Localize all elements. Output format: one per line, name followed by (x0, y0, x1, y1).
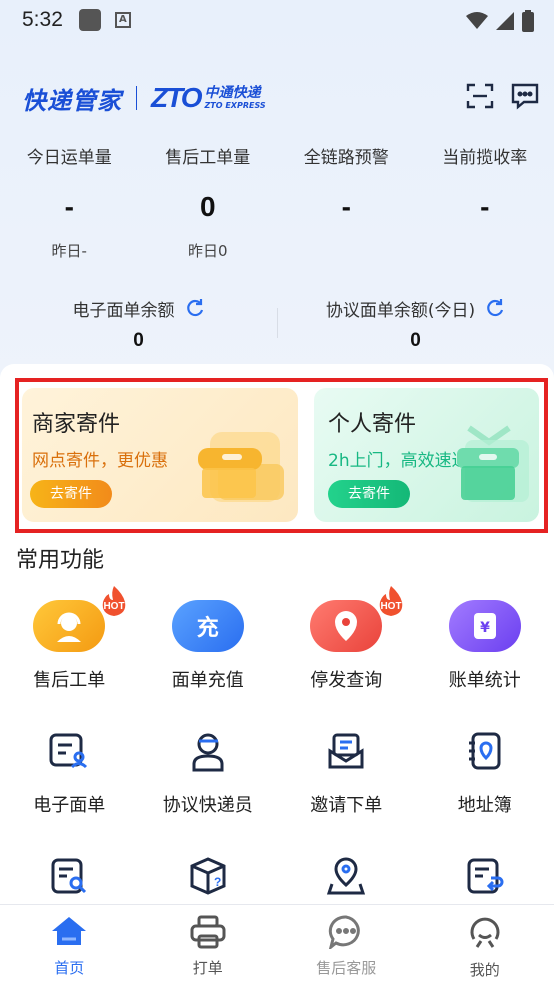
tab-label: 售后客服 (316, 959, 377, 977)
scan-icon[interactable] (466, 82, 494, 110)
hot-badge-icon: HOT (102, 586, 125, 616)
func-item-11[interactable] (277, 840, 416, 910)
svg-text:?: ? (214, 875, 221, 889)
headset-icon (33, 600, 106, 652)
tab-print[interactable]: 打单 (139, 905, 278, 984)
func-suspension-query[interactable]: HOT 停发查询 (277, 586, 416, 715)
func-label: 停发查询 (310, 670, 383, 691)
balance-label: 电子面单余额 (72, 300, 175, 321)
func-label: 电子面单 (33, 795, 106, 816)
zto-logo-cn: 中通快递 (204, 85, 261, 101)
stat-yesterday: 昨日0 (187, 242, 228, 260)
brand-title: 快递管家 (22, 86, 122, 115)
tab-label: 首页 (54, 959, 85, 977)
status-time: 5:32 (22, 8, 63, 31)
stat-label: 全链路预警 (303, 148, 389, 168)
stat-today-waybills[interactable]: 今日运单量 - 昨日- (0, 140, 139, 261)
func-bill-statistics[interactable]: ¥ 账单统计 (416, 590, 554, 715)
function-grid: HOT 售后工单 充 面单充值 HOT 停发查询 ¥ 账单统计 电子面单 协议快… (0, 586, 554, 910)
func-label: 协议快递员 (162, 795, 253, 816)
tab-mine[interactable]: 我的 (416, 905, 554, 984)
stat-pickup-rate[interactable]: 当前揽收率 - (416, 140, 554, 261)
func-address-book[interactable]: 地址簿 (416, 715, 554, 840)
package-question-icon: ? (172, 850, 244, 902)
chat-icon (328, 915, 361, 951)
stat-value: - (480, 191, 490, 222)
bottom-tab-bar: 首页 打单 售后客服 我的 (0, 904, 554, 984)
stat-yesterday: 昨日- (51, 242, 87, 260)
app-header: 快递管家 ZTO 中通快递 ZTO EXPRESS (22, 78, 542, 118)
courier-icon (172, 725, 244, 777)
stat-full-chain-warning[interactable]: 全链路预警 - (277, 140, 416, 261)
status-bar: 5:32 A (0, 0, 554, 40)
func-invite-order[interactable]: 邀请下单 (277, 715, 416, 840)
balance-label: 协议面单余额(今日) (325, 300, 476, 321)
stat-label: 售后工单量 (165, 148, 251, 168)
balance-value: 0 (133, 330, 144, 351)
svg-text:HOT: HOT (103, 601, 124, 612)
func-e-waybill[interactable]: 电子面单 (0, 715, 139, 840)
home-icon (52, 917, 87, 945)
tab-aftersale-service[interactable]: 售后客服 (277, 905, 416, 984)
e-waybill-icon (33, 725, 105, 777)
stat-value: 0 (199, 191, 216, 222)
refresh-icon[interactable] (485, 298, 505, 318)
func-waybill-recharge[interactable]: 充 面单充值 (139, 590, 278, 715)
balance-divider (277, 308, 278, 338)
return-doc-icon (449, 850, 521, 902)
location-pin-icon (310, 600, 383, 652)
map-pin-icon (310, 850, 382, 902)
recharge-icon: 充 (171, 600, 244, 652)
invite-order-icon (310, 725, 382, 777)
search-doc-icon (33, 850, 105, 902)
zto-logo-text: ZTO (151, 82, 203, 113)
tab-label: 我的 (469, 961, 500, 979)
battery-icon (522, 10, 534, 32)
stat-label: 当前揽收率 (442, 148, 528, 168)
func-label: 售后工单 (33, 670, 106, 691)
bill-icon: ¥ (448, 600, 521, 652)
func-label: 账单统计 (448, 670, 521, 691)
refresh-icon[interactable] (185, 298, 205, 318)
notification-icon (78, 9, 101, 31)
func-aftersale-ticket[interactable]: HOT 售后工单 (0, 586, 139, 715)
brand-separator (136, 86, 137, 110)
highlight-frame (15, 378, 548, 533)
hot-badge-icon: HOT (379, 586, 402, 616)
stats-row: 今日运单量 - 昨日- 售后工单量 0 昨日0 全链路预警 - 当前揽收率 - (0, 140, 554, 261)
message-icon[interactable] (510, 82, 540, 110)
stat-value: - (341, 191, 351, 222)
svg-text:¥: ¥ (480, 620, 490, 636)
svg-text:HOT: HOT (380, 601, 401, 612)
balance-value: 0 (410, 330, 421, 351)
cell-signal-icon (496, 12, 514, 30)
stat-aftersale-tickets[interactable]: 售后工单量 0 昨日0 (139, 140, 278, 261)
zto-logo: ZTO 中通快递 ZTO EXPRESS (151, 82, 266, 114)
printer-icon (190, 915, 226, 949)
address-book-icon (449, 725, 521, 777)
tab-home[interactable]: 首页 (0, 905, 139, 984)
wifi-icon (466, 12, 488, 29)
func-item-12[interactable] (416, 840, 554, 910)
section-title: 常用功能 (16, 548, 105, 573)
func-item-10[interactable]: ? (139, 840, 278, 910)
func-label: 地址簿 (457, 795, 512, 816)
tab-label: 打单 (192, 959, 223, 977)
stat-label: 今日运单量 (26, 148, 112, 168)
e-waybill-balance: 电子面单余额 0 (0, 290, 277, 352)
a-notification-icon: A (114, 12, 131, 28)
func-item-9[interactable] (0, 840, 139, 910)
stat-value: - (64, 191, 74, 222)
profile-icon (470, 917, 500, 948)
protocol-waybill-balance: 协议面单余额(今日) 0 (277, 290, 554, 352)
func-label: 面单充值 (171, 670, 244, 691)
func-label: 邀请下单 (310, 795, 383, 816)
func-protocol-courier[interactable]: 协议快递员 (139, 715, 278, 840)
zto-logo-en: ZTO EXPRESS (204, 101, 266, 110)
